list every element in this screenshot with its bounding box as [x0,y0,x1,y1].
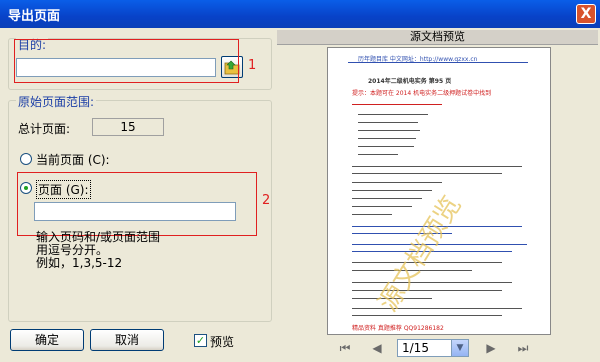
preview-checkbox-label[interactable]: 预览 [210,333,234,350]
options-panel: 目的: 1 原始页面范围: 总计页面: 15 当前页面 (C): 页面 (G):… [2,30,274,360]
doc-line [352,166,522,167]
preview-panel: 源文档预览 历年题目库 中文网址：http://www.qzxx.cn 2014… [277,30,598,360]
doc-line [358,138,416,139]
ok-button[interactable]: 确定 [10,329,84,351]
marker-2: 2 [262,193,271,208]
current-page-radio[interactable] [20,153,32,165]
title-bar: 导出页面 X [0,0,600,28]
close-button[interactable]: X [576,4,596,24]
doc-line [352,182,442,183]
total-pages-label: 总计页面: [18,122,71,136]
page-select[interactable]: 1/15 ▼ [397,339,469,357]
pages-highlight [17,172,257,236]
doc-line [352,198,422,199]
doc-line [358,146,414,147]
cancel-button[interactable]: 取消 [90,329,164,351]
doc-title: 2014年二级机电实务 第95 页 [368,78,452,85]
preview-area: 历年题目库 中文网址：http://www.qzxx.cn 2014年二级机电实… [277,45,598,336]
marker-1: 1 [248,58,257,73]
next-page-icon[interactable]: ▶ [483,340,499,356]
doc-line [358,154,398,155]
last-page-icon[interactable]: ⏭ [515,340,531,356]
window-title: 导出页面 [8,9,61,24]
range-group-label: 原始页面范围: [16,93,97,110]
current-page-label[interactable]: 当前页面 (C): [36,151,110,168]
total-pages-value: 15 [92,118,164,136]
doc-line [352,190,432,191]
doc-line [358,130,420,131]
first-page-icon[interactable]: ⏮ [337,340,353,356]
doc-line [352,315,502,316]
doc-line [352,214,392,215]
preview-page: 历年题目库 中文网址：http://www.qzxx.cn 2014年二级机电实… [327,47,551,335]
doc-line [352,173,502,174]
doc-header-rule [348,62,528,63]
prev-page-icon[interactable]: ◀ [369,340,385,356]
page-select-value: 1/15 [402,341,429,355]
destination-highlight [14,39,239,83]
doc-footer: 精品资料 真题推荐 QQ91286182 [352,325,444,332]
doc-line [358,122,418,123]
doc-line [352,206,412,207]
chevron-down-icon[interactable]: ▼ [451,340,468,356]
doc-line [358,114,428,115]
page-navigation: ⏮ ◀ 1/15 ▼ ▶ ⏭ [277,338,598,360]
doc-line [352,104,442,105]
hint-line-3: 例如，1,3,5-12 [36,256,123,270]
preview-checkbox[interactable]: ✓ [194,334,207,347]
doc-red-text: 提示：本题可在 2014 机电实务二级押题试卷中找到 [352,90,492,97]
preview-header: 源文档预览 [277,30,598,45]
doc-line [352,308,522,309]
